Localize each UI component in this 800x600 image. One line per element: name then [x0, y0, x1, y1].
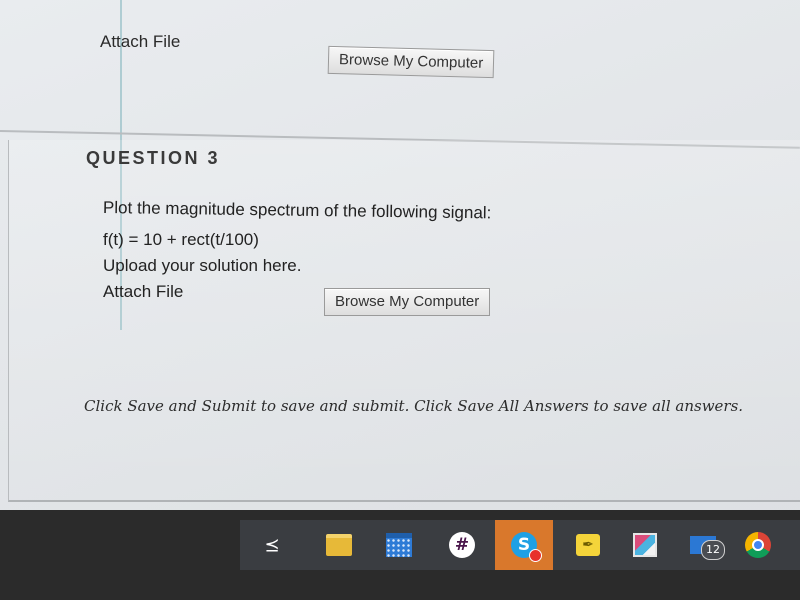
calendar-shape [386, 533, 412, 557]
task-view-icon[interactable]: ⪯ [255, 528, 289, 562]
slack-shape [449, 532, 475, 558]
previous-attach-label: Attach File [100, 32, 181, 51]
question-formula-line: f(t) = 10 + rect(t/100) [103, 230, 259, 249]
mail-badge: 12 [701, 540, 725, 560]
calendar-icon[interactable] [382, 528, 416, 562]
question-title: QUESTION 3 [86, 148, 221, 168]
chrome-shape [745, 532, 771, 558]
screen: Attach File Browse My Computer QUESTION … [0, 0, 800, 600]
skype-shape: S [511, 532, 542, 562]
save-submit-instructions: Click Save and Submit to save and submit… [84, 397, 744, 415]
chrome-icon[interactable] [741, 528, 775, 562]
file-explorer-icon[interactable] [322, 528, 356, 562]
sticky-shape: ✒ [576, 534, 600, 556]
slack-icon[interactable] [445, 528, 479, 562]
question-panel [8, 140, 800, 502]
previous-browse-button[interactable]: Browse My Computer [327, 45, 495, 79]
snip-sketch-icon[interactable] [628, 528, 662, 562]
question-upload-line: Upload your solution here. [103, 256, 302, 275]
folder-shape [326, 534, 352, 556]
skype-icon[interactable]: S [507, 528, 542, 562]
question-browse-button[interactable]: Browse My Computer [324, 288, 491, 316]
question-attach-label: Attach File [103, 282, 184, 301]
snip-shape [633, 533, 657, 557]
sticky-notes-icon[interactable]: ✒ [571, 528, 605, 562]
previous-attach-row: Attach File Browse My Computer [100, 30, 740, 90]
